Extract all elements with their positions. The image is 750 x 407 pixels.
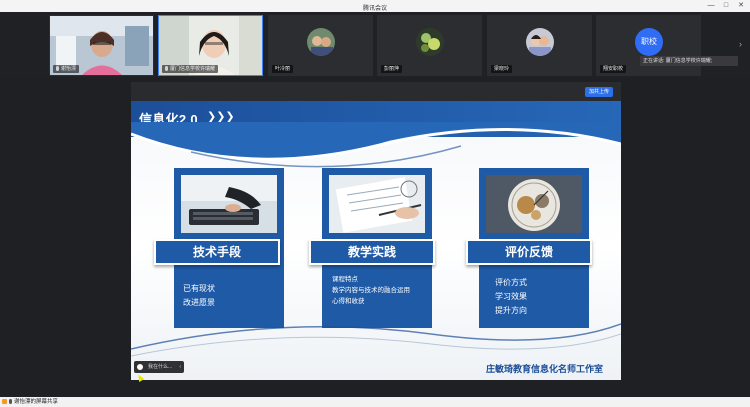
- screen-share-icon: [2, 399, 7, 404]
- decorative-bottom-wave: [131, 323, 621, 357]
- participant-tile[interactable]: 梁晓玲: [487, 15, 592, 76]
- speaking-indicator: 正在讲话: 厦门信息学校许瑞耀;: [640, 56, 738, 66]
- mic-icon: [56, 66, 59, 71]
- avatar: [307, 28, 335, 56]
- card-label: 评价反馈: [466, 239, 592, 265]
- card-label: 技术手段: [154, 239, 280, 265]
- mic-icon: [165, 66, 168, 71]
- participant-tile[interactable]: 谢怡漂: [49, 15, 154, 76]
- meeting-window: 腾讯会议 — □ ✕ 谢怡漂 厦门信息学校许瑞耀 叶冷丽 彭丽萍 梁晓玲 职校 …: [0, 0, 750, 407]
- video-strip: 谢怡漂 厦门信息学校许瑞耀 叶冷丽 彭丽萍 梁晓玲 职校 翔安职校 ›: [0, 12, 750, 78]
- list-item: 学习效果: [495, 292, 527, 301]
- participant-name: 叶冷丽: [272, 65, 294, 73]
- screen-share-tag: 谢怡漂的屏幕共享: [2, 398, 58, 406]
- minimize-icon[interactable]: —: [706, 1, 716, 11]
- floating-toolbar[interactable]: 我在什么... ‹: [134, 361, 184, 373]
- maximize-icon[interactable]: □: [721, 1, 731, 11]
- avatar: [526, 28, 554, 56]
- participant-tile[interactable]: 彭丽萍: [377, 15, 482, 76]
- card-photo: [486, 175, 582, 233]
- chevron-right-icon[interactable]: ›: [739, 39, 742, 49]
- participant-name: 彭丽萍: [381, 65, 403, 73]
- participant-tile[interactable]: 厦门信息学校许瑞耀: [158, 15, 263, 76]
- card-list: 课程特点 教学内容与技术的融合运用 心得和收获: [332, 274, 410, 307]
- shared-slide: 加共上传 信息化2.0 ❯❯❯ 技术手段 已有现状 改进愿景 教学实践 课程特点…: [131, 82, 621, 380]
- close-icon[interactable]: ✕: [736, 1, 746, 11]
- collapse-icon[interactable]: ‹: [179, 361, 181, 373]
- participant-name: 谢怡漂: [53, 65, 80, 73]
- participant-name: 翔安职校: [600, 65, 627, 73]
- participant-name: 厦门信息学校许瑞耀: [162, 65, 219, 73]
- status-bar: 谢怡漂的屏幕共享: [0, 397, 750, 407]
- title-bar: 腾讯会议 — □ ✕: [0, 0, 750, 12]
- record-icon: [137, 364, 143, 370]
- list-item: 已有现状: [183, 284, 215, 293]
- share-button[interactable]: 加共上传: [584, 87, 613, 97]
- list-item: 评价方式: [495, 278, 527, 287]
- list-item: 教学内容与技术的融合运用: [332, 287, 410, 294]
- share-topbar: 加共上传: [131, 82, 621, 101]
- mic-icon: [9, 399, 12, 404]
- participant-tile[interactable]: 职校 翔安职校: [596, 15, 701, 76]
- card-photo: [181, 175, 277, 233]
- toolbar-label: 我在什么...: [148, 364, 173, 370]
- participant-tile[interactable]: 叶冷丽: [268, 15, 373, 76]
- participant-name: 梁晓玲: [491, 65, 513, 73]
- avatar: 职校: [635, 28, 663, 56]
- slide-footer: 庄敏琦教育信息化名师工作室: [485, 364, 603, 374]
- window-title: 腾讯会议: [362, 6, 387, 12]
- list-item: 课程特点: [332, 276, 358, 283]
- avatar: [416, 28, 444, 56]
- card-label: 教学实践: [309, 239, 435, 265]
- card-photo: [329, 175, 425, 233]
